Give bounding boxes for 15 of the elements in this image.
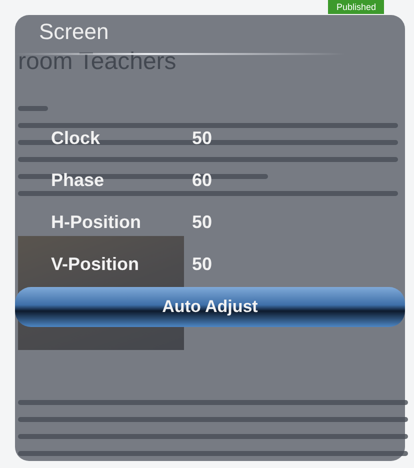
menu-item[interactable]: Phase 60 — [15, 159, 405, 201]
setting-value: 50 — [192, 128, 212, 148]
setting-label: H-Position — [51, 212, 142, 232]
setting-value: 50 — [192, 212, 212, 232]
menu-item[interactable]: H-Position 50 — [15, 201, 405, 243]
menu-item[interactable]: Clock 50 — [15, 117, 405, 159]
menu-title: Screen — [39, 18, 109, 45]
setting-value: 50 — [192, 254, 212, 274]
published-badge: Published — [328, 0, 384, 14]
setting-value: 60 — [192, 170, 212, 190]
auto-adjust-button[interactable]: Auto Adjust — [15, 287, 405, 327]
setting-label: Phase — [51, 170, 106, 190]
setting-label: V-Position — [51, 254, 140, 274]
menu-item[interactable]: V-Position 50 — [15, 243, 405, 285]
setting-label: Clock — [51, 128, 102, 148]
